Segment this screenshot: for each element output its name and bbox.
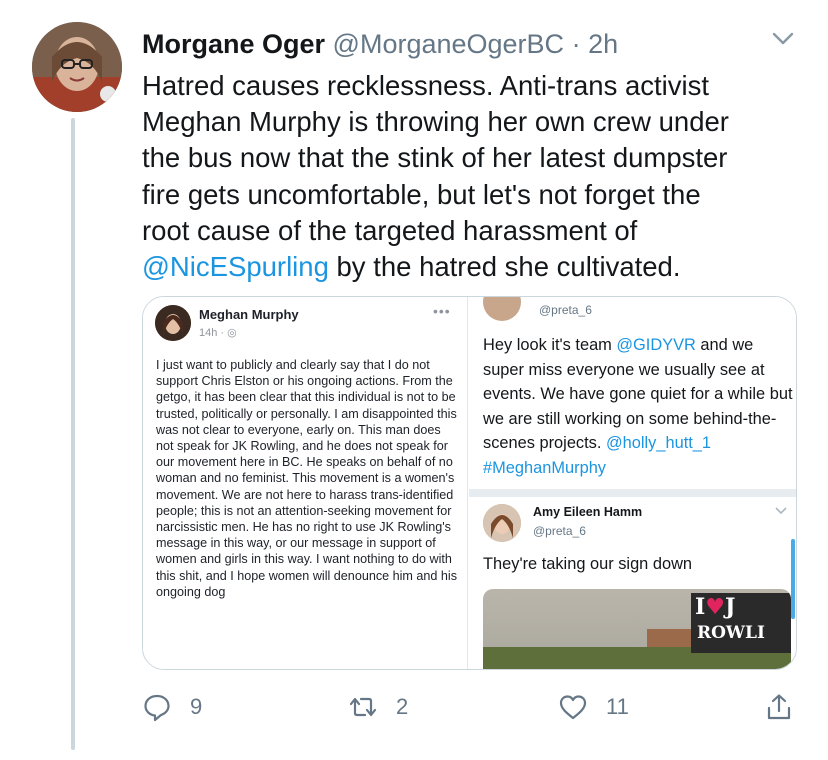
tweet-time[interactable]: 2h [588, 29, 618, 59]
chevron-down-icon [775, 507, 787, 515]
fb-timestamp: 14h · [199, 327, 228, 339]
embedded-text-part: Hey look it's team [483, 336, 617, 354]
author-name[interactable]: Morgane Oger [142, 29, 325, 59]
tweet-media[interactable]: Meghan Murphy 14h · ◎ ••• I just want to… [142, 296, 797, 670]
globe-icon: ◎ [227, 327, 237, 339]
like-button[interactable]: 11 [558, 690, 629, 724]
embedded-avatar-photo [483, 504, 521, 542]
heart-icon [559, 695, 587, 720]
facebook-screenshot: Meghan Murphy 14h · ◎ ••• I just want to… [143, 297, 468, 669]
heart-icon: ♥ [705, 594, 726, 620]
like-count: 11 [606, 694, 629, 719]
billboard-letter: I [695, 594, 706, 620]
mention-link[interactable]: @NicESpurling [142, 251, 329, 282]
tweet-text-line: root cause of the targeted harassment of [142, 214, 638, 246]
embedded-separator [469, 489, 796, 497]
scrollbar [791, 539, 795, 619]
embedded-handle: @preta_6 [539, 303, 592, 317]
embedded-author-name: Amy Eileen Hamm [533, 505, 643, 519]
embedded-author-handle: @preta_6 [533, 524, 586, 538]
retweet-icon [349, 697, 377, 717]
chevron-down-icon[interactable] [771, 31, 795, 47]
thread-line [71, 118, 75, 750]
avatar-photo [32, 22, 122, 112]
tweet-text-line: Meghan Murphy is throwing her own crew u… [142, 106, 729, 138]
tweet-text-end: by the hatred she cultivated. [328, 251, 681, 283]
tweet-header: Morgane Oger @MorganeOgerBC · 2h [142, 27, 618, 61]
fb-avatar [155, 305, 191, 341]
author-handle[interactable]: @MorganeOgerBC [333, 29, 565, 59]
tweet-text-line: the bus now that the stink of her latest… [142, 142, 728, 174]
fb-author-name: Meghan Murphy [199, 307, 299, 322]
retweet-count: 2 [396, 694, 409, 719]
reply-count: 9 [190, 694, 203, 719]
embedded-tweet-text: Hey look it's team @GIDYVR and we super … [483, 333, 793, 480]
tweet-text: Hatred causes recklessness. Anti-trans a… [142, 68, 802, 285]
embedded-tweet-text-2: They're taking our sign down [483, 555, 693, 573]
share-button[interactable] [764, 690, 794, 724]
fb-avatar-photo [155, 305, 191, 341]
twitter-screenshot: @preta_6 Hey look it's team @GIDYVR and … [469, 297, 796, 669]
more-icon: ••• [433, 303, 451, 319]
avatar[interactable] [32, 22, 122, 112]
share-icon [767, 694, 791, 720]
tweet-text-line: Hatred causes recklessness. Anti-trans a… [142, 70, 710, 101]
tweet-text-line: fire gets uncomfortable, but let's not f… [142, 178, 701, 210]
reply-button[interactable]: 9 [142, 690, 202, 724]
tweet-actions: 9 2 11 [142, 690, 802, 724]
fb-meta: 14h · ◎ [199, 326, 237, 339]
billboard-text: I♥J [695, 595, 735, 619]
retweet-button[interactable]: 2 [348, 690, 408, 724]
tweet-text-line: @NicESpurling by the hatred she cultivat… [142, 249, 802, 285]
fb-post-body: I just want to publicly and clearly say … [156, 358, 458, 599]
reply-icon [144, 694, 170, 722]
embedded-mention: @GIDYVR [616, 336, 696, 354]
embedded-avatar [483, 297, 521, 321]
billboard-letter: J [725, 594, 736, 620]
billboard-subtext: ROWLI [697, 623, 765, 643]
embedded-photo: I♥J ROWLI [483, 589, 791, 669]
embedded-avatar-2 [483, 504, 521, 542]
header-separator: · [571, 29, 581, 59]
